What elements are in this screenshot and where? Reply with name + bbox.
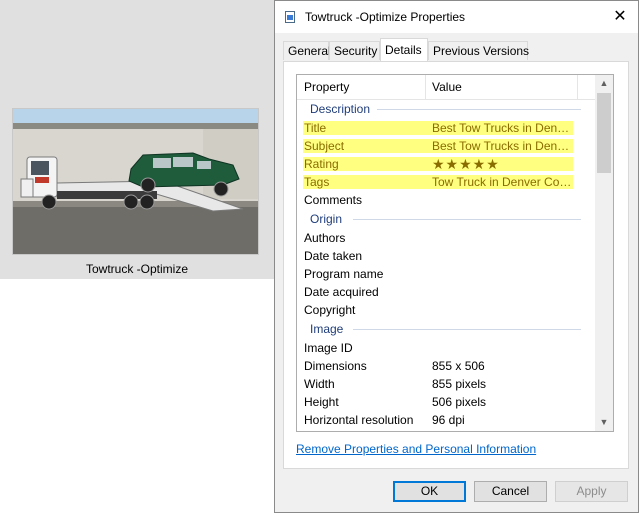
- properties-dialog: Towtruck -Optimize Properties ✕ General …: [274, 0, 639, 513]
- property-row-date-acquired[interactable]: Date acquired: [297, 283, 595, 301]
- group-divider: [377, 109, 581, 110]
- property-row-program-name[interactable]: Program name: [297, 265, 595, 283]
- property-row-subject[interactable]: Subject Best Tow Trucks in Denver...: [297, 137, 595, 155]
- property-name: Authors: [304, 231, 346, 245]
- property-row-horizontal-resolution[interactable]: Horizontal resolution 96 dpi: [297, 411, 595, 429]
- tab-previous-versions[interactable]: Previous Versions: [428, 41, 529, 60]
- property-name: Title: [304, 121, 327, 135]
- property-row-comments[interactable]: Comments: [297, 191, 595, 209]
- property-row-authors[interactable]: Authors: [297, 229, 595, 247]
- tab-details[interactable]: Details: [380, 38, 428, 61]
- vertical-scrollbar[interactable]: ▲ ▼: [595, 75, 613, 431]
- column-property[interactable]: Property: [304, 75, 349, 99]
- property-value[interactable]: Best Tow Trucks in Denver...: [432, 119, 572, 137]
- group-label: Origin: [310, 212, 343, 226]
- cancel-button[interactable]: Cancel: [474, 481, 547, 502]
- tow-truck-thumbnail[interactable]: [12, 108, 259, 255]
- rating-stars[interactable]: ★★★★★: [432, 155, 572, 173]
- property-row-dimensions[interactable]: Dimensions 855 x 506: [297, 357, 595, 375]
- property-row-height[interactable]: Height 506 pixels: [297, 393, 595, 411]
- property-row-title[interactable]: Title Best Tow Trucks in Denver...: [297, 119, 595, 137]
- ok-button[interactable]: OK: [393, 481, 466, 502]
- group-divider: [353, 329, 581, 330]
- property-value[interactable]: 506 pixels: [432, 393, 572, 411]
- property-name: Date acquired: [304, 285, 379, 299]
- property-name: Comments: [304, 193, 363, 207]
- group-divider: [353, 219, 581, 220]
- property-value[interactable]: 96 dpi: [432, 411, 572, 429]
- property-row-date-taken[interactable]: Date taken: [297, 247, 595, 265]
- group-origin: Origin: [297, 209, 595, 229]
- scroll-thumb[interactable]: [597, 93, 611, 173]
- property-value[interactable]: 855 pixels: [432, 375, 572, 393]
- thumbnail-caption: Towtruck -Optimize: [85, 262, 189, 276]
- apply-button[interactable]: Apply: [555, 481, 628, 502]
- property-name: Horizontal resolution: [304, 413, 414, 427]
- column-divider[interactable]: [577, 75, 578, 99]
- property-name: Program name: [304, 267, 384, 281]
- property-name: Rating: [304, 157, 339, 171]
- property-name: Tags: [304, 175, 330, 189]
- property-row-rating[interactable]: Rating ★★★★★: [297, 155, 595, 173]
- property-name: Copyright: [304, 303, 356, 317]
- explorer-file-tile[interactable]: Towtruck -Optimize: [0, 0, 274, 279]
- group-label: Description: [310, 102, 371, 116]
- scroll-up-arrow-icon[interactable]: ▲: [595, 75, 613, 92]
- group-description: Description: [297, 99, 595, 119]
- tab-security[interactable]: Security: [329, 41, 380, 60]
- scroll-down-arrow-icon[interactable]: ▼: [595, 414, 613, 431]
- property-rows: Description Title Best Tow Trucks in Den…: [297, 99, 595, 429]
- property-value[interactable]: 855 x 506: [432, 357, 572, 375]
- column-value[interactable]: Value: [432, 75, 462, 99]
- group-image: Image: [297, 319, 595, 339]
- dialog-title: Towtruck -Optimize Properties: [305, 10, 466, 24]
- tab-general[interactable]: General: [283, 41, 331, 60]
- property-row-copyright[interactable]: Copyright: [297, 301, 595, 319]
- property-name: Date taken: [304, 249, 363, 263]
- property-list[interactable]: Property Value Description Title Best To…: [296, 74, 614, 432]
- tow-truck-image: [13, 109, 258, 254]
- property-name: Height: [304, 395, 339, 409]
- list-header: Property Value: [297, 75, 595, 100]
- property-name: Subject: [304, 139, 345, 153]
- property-name: Image ID: [304, 341, 353, 355]
- property-name: Dimensions: [304, 359, 367, 373]
- property-row-tags[interactable]: Tags Tow Truck in Denver Color...: [297, 173, 595, 191]
- column-divider[interactable]: [425, 75, 426, 99]
- close-icon: ✕: [613, 8, 627, 25]
- file-icon: [285, 11, 295, 23]
- close-button[interactable]: ✕: [608, 5, 632, 29]
- property-row-width[interactable]: Width 855 pixels: [297, 375, 595, 393]
- group-label: Image: [310, 322, 344, 336]
- remove-properties-link[interactable]: Remove Properties and Personal Informati…: [296, 442, 536, 456]
- property-value[interactable]: Best Tow Trucks in Denver...: [432, 137, 572, 155]
- titlebar[interactable]: Towtruck -Optimize Properties ✕: [275, 1, 638, 33]
- property-value[interactable]: Tow Truck in Denver Color...: [432, 173, 572, 191]
- details-pane: Property Value Description Title Best To…: [283, 61, 629, 469]
- property-row-image-id[interactable]: Image ID: [297, 339, 595, 357]
- property-name: Width: [304, 377, 335, 391]
